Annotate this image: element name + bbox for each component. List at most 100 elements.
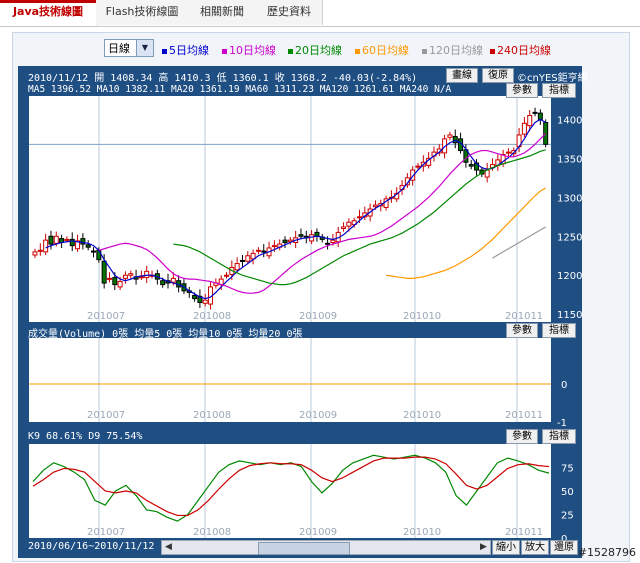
ma-legend-item[interactable]: 20日均線 xyxy=(288,42,342,58)
legend-label: 10日均線 xyxy=(229,44,276,57)
candle-body xyxy=(415,165,421,168)
candle-body xyxy=(452,136,458,144)
price-indicator-button[interactable]: 指標 xyxy=(542,83,576,98)
candle-body xyxy=(527,114,533,127)
price-y-tick: 1150 xyxy=(557,310,582,321)
draw-line-button[interactable]: 畫線 xyxy=(446,68,478,83)
candle-body xyxy=(325,242,331,245)
candle-body xyxy=(117,280,123,288)
legend-swatch xyxy=(490,48,495,54)
volume-params-button[interactable]: 參數 xyxy=(506,323,538,338)
month-x-tick: 201011 xyxy=(505,527,543,538)
period-select[interactable]: 日線 ▼ xyxy=(104,39,154,57)
tab-2[interactable]: 相關新聞 xyxy=(188,0,257,25)
scroll-left-icon[interactable]: ◀ xyxy=(162,541,175,554)
month-x-tick: 201010 xyxy=(403,311,441,322)
tab-0[interactable]: Java技術線圖 xyxy=(0,0,97,26)
kd-indicator-button[interactable]: 指標 xyxy=(542,429,576,444)
price-y-tick: 1400 xyxy=(557,115,582,126)
kd-y-tick: 75 xyxy=(561,464,574,475)
volume-indicator-button[interactable]: 指標 xyxy=(542,323,576,338)
candle-body xyxy=(32,251,38,256)
candle-body xyxy=(160,280,166,286)
reset-button[interactable]: 還原 xyxy=(550,540,578,555)
candle-body xyxy=(202,299,208,304)
candle-body xyxy=(91,250,97,253)
chevron-down-icon[interactable]: ▼ xyxy=(136,40,153,56)
candle-body xyxy=(170,277,176,283)
legend-swatch xyxy=(162,48,167,54)
price-y-tick: 1250 xyxy=(557,232,582,243)
candle-body xyxy=(239,259,245,262)
candle-body xyxy=(106,277,112,280)
candle-body xyxy=(447,134,453,138)
month-x-tick: 201007 xyxy=(87,410,125,421)
month-x-tick: 201011 xyxy=(505,311,543,322)
tab-3[interactable]: 歷史資料 xyxy=(256,0,323,25)
scroll-right-icon[interactable]: ▶ xyxy=(477,541,490,554)
chart-pane-0 xyxy=(29,96,551,322)
candle-body xyxy=(144,270,150,279)
legend-swatch xyxy=(222,48,227,54)
chart-controls: 日線 ▼ 5日均線 10日均線 20日均線 60日均線 120日均線 240日均線 xyxy=(0,34,640,60)
price-params-button[interactable]: 參數 xyxy=(506,83,538,98)
zoom-in-button[interactable]: 放大 xyxy=(521,540,549,555)
ma-legend-item[interactable]: 60日均線 xyxy=(355,42,409,58)
month-x-tick: 201008 xyxy=(193,527,231,538)
month-x-tick: 201009 xyxy=(299,527,337,538)
ma-legend-item[interactable]: 5日均線 xyxy=(162,42,209,58)
chart-canvas: 1150 1200 1250 1300 1350 1400 201007 201007 2010… xyxy=(29,96,582,545)
candle-body xyxy=(64,238,70,241)
tab-bar: Java技術線圖 Flash技術線圖 相關新聞 歷史資料 xyxy=(0,0,640,27)
date-range: 2010/06/16~2010/11/12 xyxy=(28,541,155,552)
brand-logo: ©cnYES鉅亨網 xyxy=(517,73,588,84)
technical-chart: 1150 1200 1250 1300 1350 1400 201007 201007 2010… xyxy=(18,66,588,558)
candle-body xyxy=(330,239,336,244)
legend-label: 20日均線 xyxy=(295,44,342,57)
price-y-tick: 1300 xyxy=(557,193,582,204)
candle-body xyxy=(112,277,118,286)
candle-body xyxy=(282,239,288,244)
candle-body xyxy=(37,249,43,252)
candle-body xyxy=(271,245,277,248)
candle-body xyxy=(261,250,267,253)
candle-body xyxy=(356,216,362,219)
candle-body xyxy=(48,235,54,245)
candle-body xyxy=(138,276,144,279)
ma-legend-item[interactable]: 240日均線 xyxy=(490,42,551,58)
volume-y-tick: -1 xyxy=(557,418,567,429)
ma-legend-item[interactable]: 120日均線 xyxy=(422,42,483,58)
candle-body xyxy=(245,255,251,262)
tab-1[interactable]: Flash技術線圖 xyxy=(96,0,189,25)
scrollbar-thumb[interactable] xyxy=(258,542,350,555)
candle-body xyxy=(341,226,347,229)
legend-label: 240日均線 xyxy=(497,44,551,57)
legend-swatch xyxy=(288,48,293,54)
ma-legend-item[interactable]: 10日均線 xyxy=(222,42,276,58)
candle-body xyxy=(543,121,549,145)
kd-y-tick: 25 xyxy=(561,511,574,522)
legend-label: 5日均線 xyxy=(169,44,209,57)
legend-label: 120日均線 xyxy=(429,44,483,57)
candle-body xyxy=(468,164,474,167)
kd-params-button[interactable]: 參數 xyxy=(506,429,538,444)
watermark: #1528796 xyxy=(577,546,636,559)
period-select-value: 日線 xyxy=(108,42,130,55)
zoom-out-button[interactable]: 縮小 xyxy=(492,540,520,555)
undo-button[interactable]: 復原 xyxy=(482,68,514,83)
candle-body xyxy=(532,111,538,114)
ma-values-line: MA5 1396.52 MA10 1382.11 MA20 1361.19 MA… xyxy=(28,84,452,95)
candle-body xyxy=(346,221,352,227)
candle-body xyxy=(53,235,59,244)
month-x-tick: 201009 xyxy=(299,410,337,421)
chart-scrollbar[interactable]: ◀ ▶ xyxy=(161,540,491,555)
kd-header: K9 68.61% D9 75.54% xyxy=(28,431,143,442)
candle-body xyxy=(69,238,75,247)
month-x-tick: 201011 xyxy=(505,410,543,421)
legend-label: 60日均線 xyxy=(362,44,409,57)
candle-body xyxy=(372,204,378,208)
volume-y-tick: 0 xyxy=(561,380,567,391)
candle-body xyxy=(234,263,240,271)
candle-body xyxy=(101,260,107,284)
candle-body xyxy=(192,295,198,300)
